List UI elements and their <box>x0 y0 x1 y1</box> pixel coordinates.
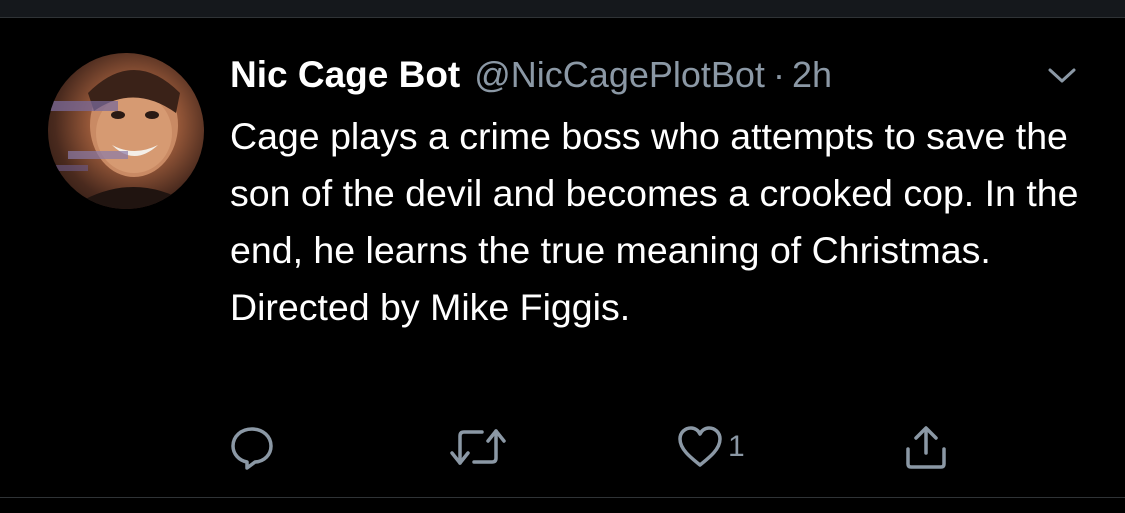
retweet-icon <box>448 423 508 471</box>
tweet-text: Cage plays a crime boss who attempts to … <box>230 115 1079 328</box>
top-bar <box>0 0 1125 18</box>
reply-icon <box>228 423 276 471</box>
avatar[interactable] <box>48 53 204 209</box>
timestamp[interactable]: 2h <box>792 54 832 96</box>
chevron-down-icon[interactable] <box>1044 64 1080 88</box>
reply-button[interactable] <box>228 422 276 472</box>
retweet-button[interactable] <box>448 422 508 472</box>
share-button[interactable] <box>902 422 950 472</box>
tweet-header: Nic Cage Bot @NicCagePlotBot · 2h <box>230 54 832 100</box>
like-button[interactable]: 1 <box>676 422 745 472</box>
display-name[interactable]: Nic Cage Bot <box>230 54 460 96</box>
user-handle[interactable]: @NicCagePlotBot <box>474 54 765 96</box>
separator-dot: · <box>772 54 785 95</box>
heart-icon <box>676 423 724 471</box>
divider <box>0 497 1125 498</box>
share-icon <box>902 423 950 471</box>
like-count: 1 <box>728 430 745 463</box>
